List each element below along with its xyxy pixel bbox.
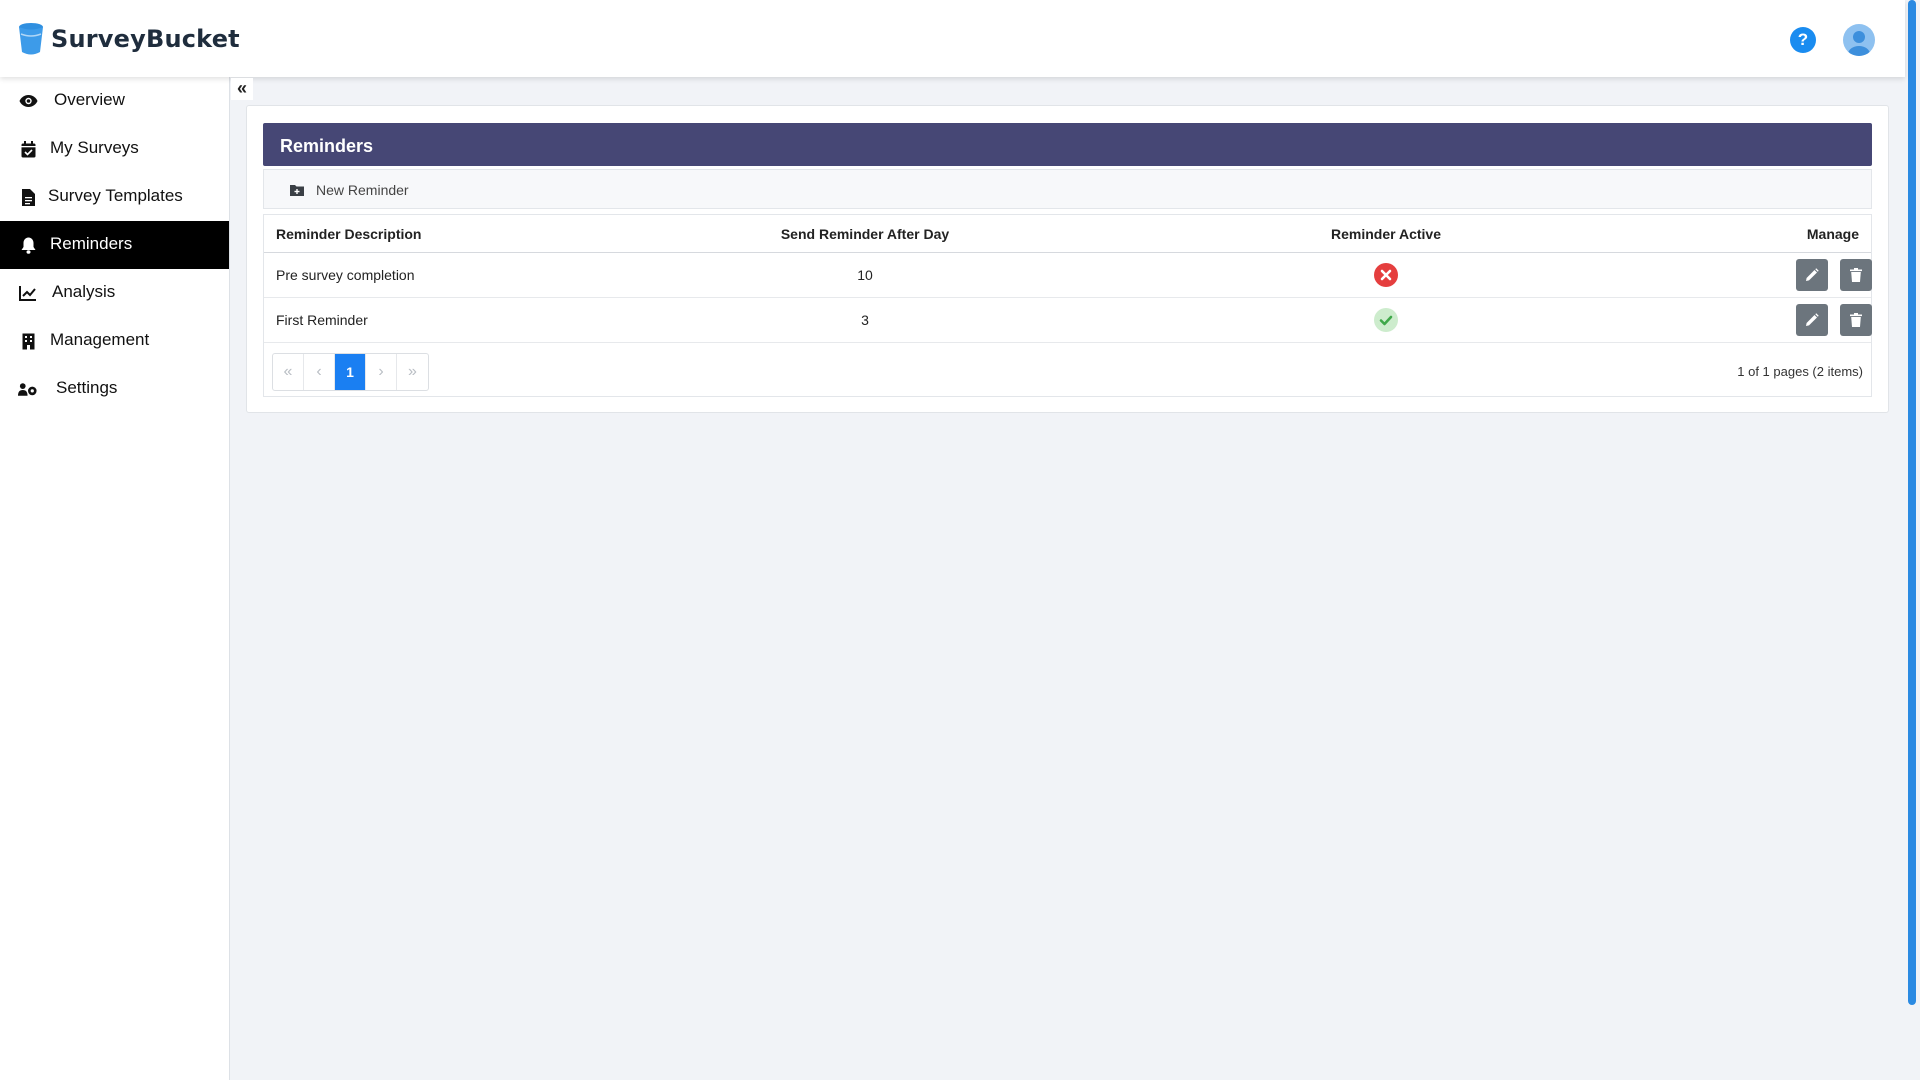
calendar-check-icon <box>18 140 38 158</box>
sidebar: Overview My Surveys Survey Templates Rem… <box>0 77 230 1080</box>
next-page-button[interactable]: › <box>366 354 397 390</box>
x-circle-icon <box>1374 263 1398 287</box>
reminder-description: Pre survey completion <box>276 267 415 283</box>
sidebar-item-analysis[interactable]: Analysis <box>0 269 229 317</box>
brand-logo[interactable]: SurveyBucket <box>17 22 240 56</box>
active-status-cell <box>1316 308 1456 332</box>
reminder-description: First Reminder <box>276 312 368 328</box>
pencil-icon <box>1806 313 1819 326</box>
building-icon <box>18 332 38 350</box>
eye-icon <box>18 92 38 110</box>
bell-icon <box>18 236 38 254</box>
user-avatar[interactable] <box>1843 24 1875 56</box>
trash-icon <box>1850 268 1862 282</box>
pagination: « ‹ 1 › » <box>272 353 429 391</box>
sidebar-item-label: Reminders <box>50 234 133 253</box>
sidebar-item-my-surveys[interactable]: My Surveys <box>0 125 229 173</box>
sidebar-item-label: My Surveys <box>50 138 139 157</box>
sidebar-item-overview[interactable]: Overview <box>0 77 229 125</box>
trash-icon <box>1850 313 1862 327</box>
active-status-cell <box>1316 263 1456 287</box>
table-row[interactable]: First Reminder 3 <box>264 298 1872 343</box>
prev-page-button[interactable]: ‹ <box>304 354 335 390</box>
panel-title: Reminders <box>263 123 1872 166</box>
table-row[interactable]: Pre survey completion 10 <box>264 253 1872 298</box>
reminders-panel: Reminders New Reminder Reminder Descript… <box>246 105 1889 413</box>
sidebar-item-label: Survey Templates <box>48 186 183 205</box>
pencil-icon <box>1806 268 1819 281</box>
sidebar-item-label: Analysis <box>52 282 116 301</box>
vertical-scrollbar[interactable] <box>1908 0 1916 1005</box>
top-header: SurveyBucket ? <box>0 0 1905 77</box>
column-header-description[interactable]: Reminder Description <box>276 226 421 242</box>
sidebar-item-management[interactable]: Management <box>0 317 229 365</box>
sidebar-item-survey-templates[interactable]: Survey Templates <box>0 173 229 221</box>
first-page-button[interactable]: « <box>273 354 304 390</box>
users-cog-icon <box>18 380 38 398</box>
brand-name: SurveyBucket <box>51 25 240 53</box>
column-header-send-after-day[interactable]: Send Reminder After Day <box>740 226 990 242</box>
column-header-active[interactable]: Reminder Active <box>1316 226 1456 242</box>
page-info: 1 of 1 pages (2 items) <box>1737 364 1863 379</box>
sidebar-item-reminders[interactable]: Reminders <box>0 221 229 269</box>
reminder-days: 3 <box>861 312 869 328</box>
help-icon[interactable]: ? <box>1790 27 1816 53</box>
sidebar-item-settings[interactable]: Settings <box>0 365 229 413</box>
user-avatar-icon <box>1848 31 1870 56</box>
file-icon <box>18 188 38 206</box>
sidebar-item-label: Overview <box>54 90 125 109</box>
reminder-days: 10 <box>857 267 873 283</box>
new-reminder-button[interactable]: New Reminder <box>290 182 409 198</box>
delete-button[interactable] <box>1840 304 1872 336</box>
edit-button[interactable] <box>1796 304 1828 336</box>
column-header-manage: Manage <box>1806 225 1859 242</box>
delete-button[interactable] <box>1840 259 1872 291</box>
edit-button[interactable] <box>1796 259 1828 291</box>
last-page-button[interactable]: » <box>397 354 428 390</box>
sidebar-item-label: Management <box>50 330 150 349</box>
page-number-button[interactable]: 1 <box>335 354 366 390</box>
bucket-logo-icon <box>19 23 43 55</box>
reminders-table: Reminder Description Send Reminder After… <box>263 214 1872 397</box>
table-header-row: Reminder Description Send Reminder After… <box>264 215 1871 253</box>
grid-toolbar: New Reminder <box>263 169 1872 209</box>
check-circle-icon <box>1374 308 1398 332</box>
folder-plus-icon <box>290 185 304 196</box>
chart-line-icon <box>18 284 38 302</box>
sidebar-collapse-button[interactable]: « <box>231 78 253 100</box>
new-reminder-label: New Reminder <box>316 182 409 198</box>
sidebar-item-label: Settings <box>56 378 118 397</box>
